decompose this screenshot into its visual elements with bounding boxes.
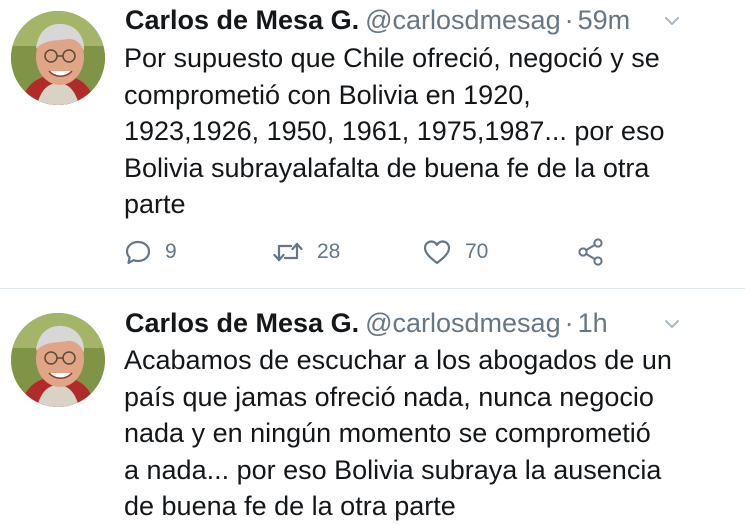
author-name[interactable]: Carlos de Mesa G. bbox=[125, 5, 359, 35]
reply-button[interactable]: 9 bbox=[124, 236, 177, 268]
share-button[interactable] bbox=[576, 236, 606, 268]
retweet-button[interactable]: 28 bbox=[272, 236, 340, 268]
heart-icon bbox=[423, 240, 451, 265]
separator-dot: · bbox=[564, 5, 574, 35]
share-icon bbox=[578, 238, 603, 266]
separator-dot: · bbox=[564, 308, 574, 338]
author-handle[interactable]: @carlosdmesag bbox=[365, 308, 561, 338]
reply-count: 9 bbox=[165, 240, 177, 263]
chevron-down-icon[interactable] bbox=[663, 12, 681, 30]
tweet-header: Carlos de Mesa G. @carlosdmesag · 59m bbox=[125, 2, 733, 38]
timestamp[interactable]: 1h bbox=[578, 308, 608, 338]
avatar[interactable] bbox=[11, 11, 105, 105]
avatar[interactable] bbox=[11, 313, 105, 407]
tweet-actions: 9 28 70 bbox=[124, 236, 624, 268]
tweet-text: Acabamos de escuchar a los abogados de u… bbox=[124, 345, 672, 521]
retweet-icon bbox=[273, 242, 303, 262]
tweet[interactable]: Carlos de Mesa G. @carlosdmesag · 1h Acabam… bbox=[0, 289, 745, 524]
tweet-text: Por supuesto que Chile ofreció, negoció … bbox=[124, 43, 665, 219]
tweet[interactable]: Carlos de Mesa G. @carlosdmesag · 59m Por s… bbox=[0, 0, 745, 288]
like-button[interactable]: 70 bbox=[422, 236, 488, 268]
tweet-header: Carlos de Mesa G. @carlosdmesag · 1h bbox=[125, 305, 733, 341]
like-count: 70 bbox=[465, 240, 489, 263]
retweet-count: 28 bbox=[317, 240, 341, 263]
author-handle[interactable]: @carlosdmesag bbox=[365, 5, 561, 35]
chevron-down-icon[interactable] bbox=[663, 315, 681, 333]
reply-icon bbox=[125, 240, 151, 265]
timestamp[interactable]: 59m bbox=[578, 5, 631, 35]
author-name[interactable]: Carlos de Mesa G. bbox=[125, 308, 359, 338]
